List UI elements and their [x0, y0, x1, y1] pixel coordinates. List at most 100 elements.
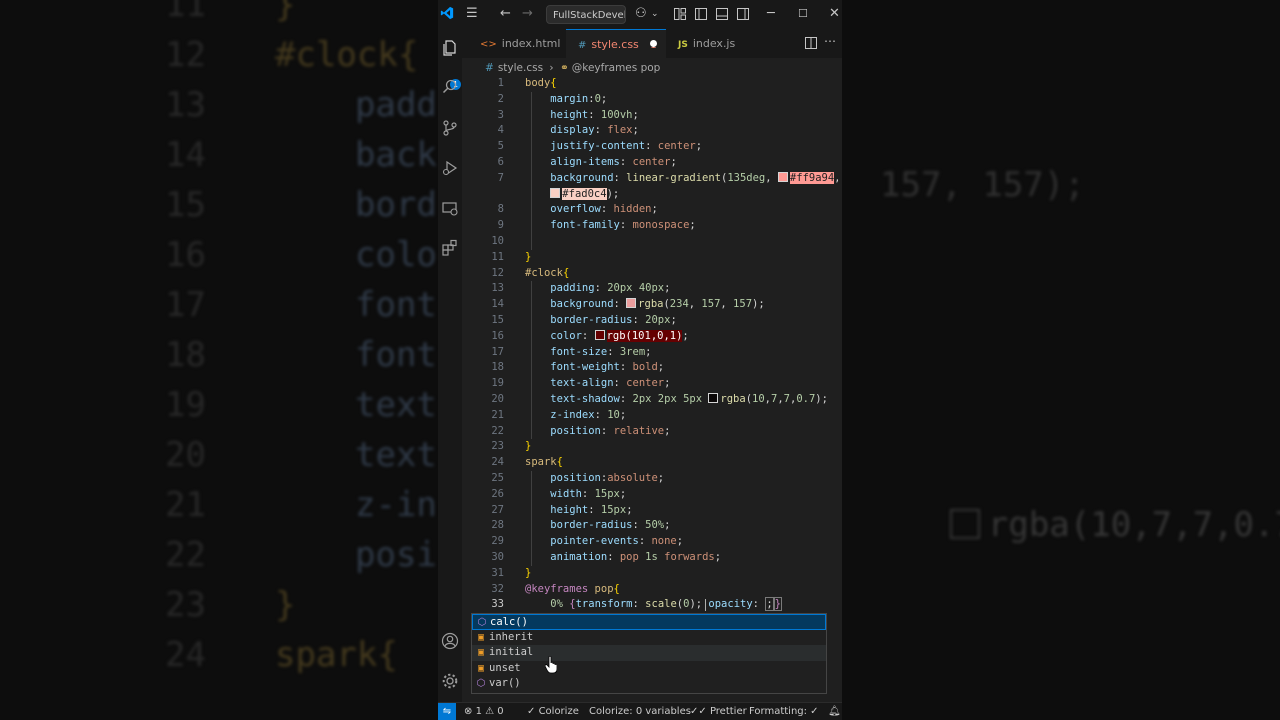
code-line: 29 pointer-events: none; [491, 535, 684, 548]
customize-layout-icon[interactable] [674, 8, 686, 20]
breadcrumb: # style.css › ⚭ @keyframes pop [485, 60, 660, 76]
vscode-logo-icon [440, 6, 454, 20]
code-line: 23} [491, 440, 532, 453]
code-line: 19 text-align: center; [491, 377, 671, 390]
tab-style-css[interactable]: #style.css 1 [566, 29, 666, 58]
function-cube-icon: ⬡ [477, 617, 487, 628]
keyframes-symbol-icon: ⚭ [559, 62, 569, 74]
code-line: 4 display: flex; [497, 124, 639, 137]
code-line: 32 @keyframes pop{ [491, 582, 620, 595]
code-line: 9 font-family: monospace; [497, 219, 696, 232]
source-control-icon[interactable] [441, 119, 459, 137]
code-line: 13 padding: 20px 40px; [491, 282, 671, 295]
code-line: 12 #clock{ [491, 266, 570, 279]
editor-scrollbar[interactable] [838, 76, 842, 616]
problems-status[interactable]: ⊗ 1 ⚠ 0 [464, 703, 504, 720]
prettier-status[interactable]: ✓✓ Prettier [690, 703, 747, 720]
code-line: 14 background: rgba(234, 157, 157); [491, 298, 765, 311]
color-swatch[interactable] [626, 298, 637, 309]
explorer-icon[interactable] [441, 39, 459, 57]
command-center-search[interactable]: FullStackDevelop [546, 5, 626, 24]
css-file-icon: # [578, 40, 587, 51]
colorize-vars-status[interactable]: Colorize: 0 variables [589, 703, 691, 720]
code-line: 28 border-radius: 50%; [491, 519, 671, 532]
code-line: 31} [491, 566, 532, 579]
suggestion-item[interactable]: ▣ inherit [472, 630, 826, 646]
editor-tabs: <>index.html #style.css 1 JSindex.js ⋯ [462, 29, 842, 58]
menu-icon[interactable]: ☰ [466, 6, 478, 22]
css-file-icon: # [485, 62, 494, 74]
code-line: 17 font-size: 3rem; [491, 345, 652, 358]
value-enum-icon: ▣ [477, 631, 485, 643]
color-swatch[interactable] [594, 329, 605, 340]
breadcrumb-chevron-icon: › [549, 62, 554, 74]
more-actions-icon[interactable]: ⋯ [824, 34, 836, 48]
code-line: 25 position:absolute; [491, 472, 665, 484]
code-line: 5 justify-content: center; [497, 140, 703, 153]
breadcrumb-file[interactable]: style.css [498, 62, 543, 74]
code-line: 6 align-items: center; [497, 156, 677, 168]
copilot-icon[interactable]: ⚇ [635, 6, 647, 22]
copilot-chevron-down-icon[interactable]: ⌄ [651, 6, 659, 22]
tab-index-js[interactable]: JS index.js [668, 29, 768, 58]
mouse-pointer-icon [545, 656, 557, 674]
code-line: 3 height: 100vh; [497, 108, 639, 121]
code-line: 20 text-shadow: 2px 2px 5px rgba(10,7,7,… [491, 393, 828, 405]
code-line: 30 animation: pop 1s forwards; [491, 551, 722, 563]
title-bar: ☰ ← → FullStackDevelop ⚇ ⌄ ─ ☐ ✕ [438, 0, 842, 29]
toggle-secondary-sidebar-icon[interactable] [737, 8, 749, 20]
minimize-window-button[interactable]: ─ [767, 6, 775, 22]
unsaved-dot-icon[interactable] [650, 40, 657, 47]
code-line-current: 33 0% {transform: scale(0); opacity: ;} [491, 597, 782, 612]
suggestion-item[interactable]: ⬡ calc() [472, 614, 826, 630]
code-line: 2 margin:0; [497, 92, 608, 105]
color-swatch[interactable] [777, 171, 788, 182]
code-line: 1 body{ [497, 77, 557, 89]
colorize-status[interactable]: ✓ Colorize [527, 703, 579, 720]
tab-index-html[interactable]: <> index.html [462, 29, 562, 58]
html-file-icon: <> [480, 39, 497, 50]
forward-arrow-icon[interactable]: → [522, 6, 533, 22]
back-arrow-icon[interactable]: ← [500, 6, 511, 22]
split-editor-icon[interactable] [805, 37, 817, 49]
code-line: 10 [491, 235, 504, 247]
suggestion-item[interactable]: ▣ initial [472, 645, 826, 661]
color-swatch[interactable] [550, 187, 561, 198]
suggestion-item[interactable]: ▣ unset [472, 661, 826, 677]
formatting-status[interactable]: Formatting: ✓ [749, 703, 819, 720]
manage-gear-icon[interactable] [441, 672, 459, 690]
value-enum-icon: ▣ [477, 647, 485, 659]
vscode-window: ☰ ← → FullStackDevelop ⚇ ⌄ ─ ☐ ✕ 1 <>ind… [438, 0, 842, 720]
breadcrumb-symbol[interactable]: @keyframes pop [572, 62, 661, 74]
js-file-icon: JS [678, 40, 688, 50]
code-line: 22 position: relative; [491, 424, 671, 437]
notifications-bell-icon[interactable]: 🔔︎ [828, 703, 841, 720]
code-line: 11} [491, 250, 532, 263]
status-bar: ⇋ ⊗ 1 ⚠ 0 ✓ Colorize Colorize: 0 variabl… [438, 702, 842, 720]
function-cube-icon: ⬡ [476, 678, 486, 690]
code-line: 27 height: 15px; [491, 503, 633, 516]
suggestion-item[interactable]: ⬡ var() [472, 676, 826, 692]
maximize-window-button[interactable]: ☐ [798, 6, 808, 22]
search-icon[interactable] [441, 78, 459, 96]
code-line: 24 spark{ [491, 456, 563, 469]
code-line: 16 color: rgb(101,0,1); [491, 329, 689, 342]
toggle-primary-sidebar-icon[interactable] [695, 8, 707, 20]
toggle-panel-icon[interactable] [716, 8, 728, 20]
extensions-icon[interactable] [441, 239, 459, 257]
remote-indicator-icon[interactable]: ⇋ [438, 703, 456, 720]
remote-explorer-icon[interactable] [441, 200, 459, 218]
code-line: #fad0c4); [462, 187, 842, 203]
value-enum-icon: ▣ [477, 662, 485, 674]
code-editor[interactable]: 1 body{ 2 margin:0; 3 height: 100vh; 4 di… [462, 76, 842, 616]
code-line: 18 font-weight: bold; [491, 361, 665, 374]
code-line: 7 background: linear-gradient(135deg, #f… [497, 171, 841, 184]
code-line: 15 border-radius: 20px; [491, 314, 677, 326]
text-cursor [705, 599, 706, 611]
close-window-button[interactable]: ✕ [829, 6, 840, 22]
code-line: 21 z-index: 10; [491, 408, 627, 421]
run-debug-icon[interactable] [441, 159, 459, 177]
code-line: 8 overflow: hidden; [497, 203, 658, 216]
color-swatch[interactable] [708, 393, 719, 403]
account-icon[interactable] [441, 632, 459, 650]
